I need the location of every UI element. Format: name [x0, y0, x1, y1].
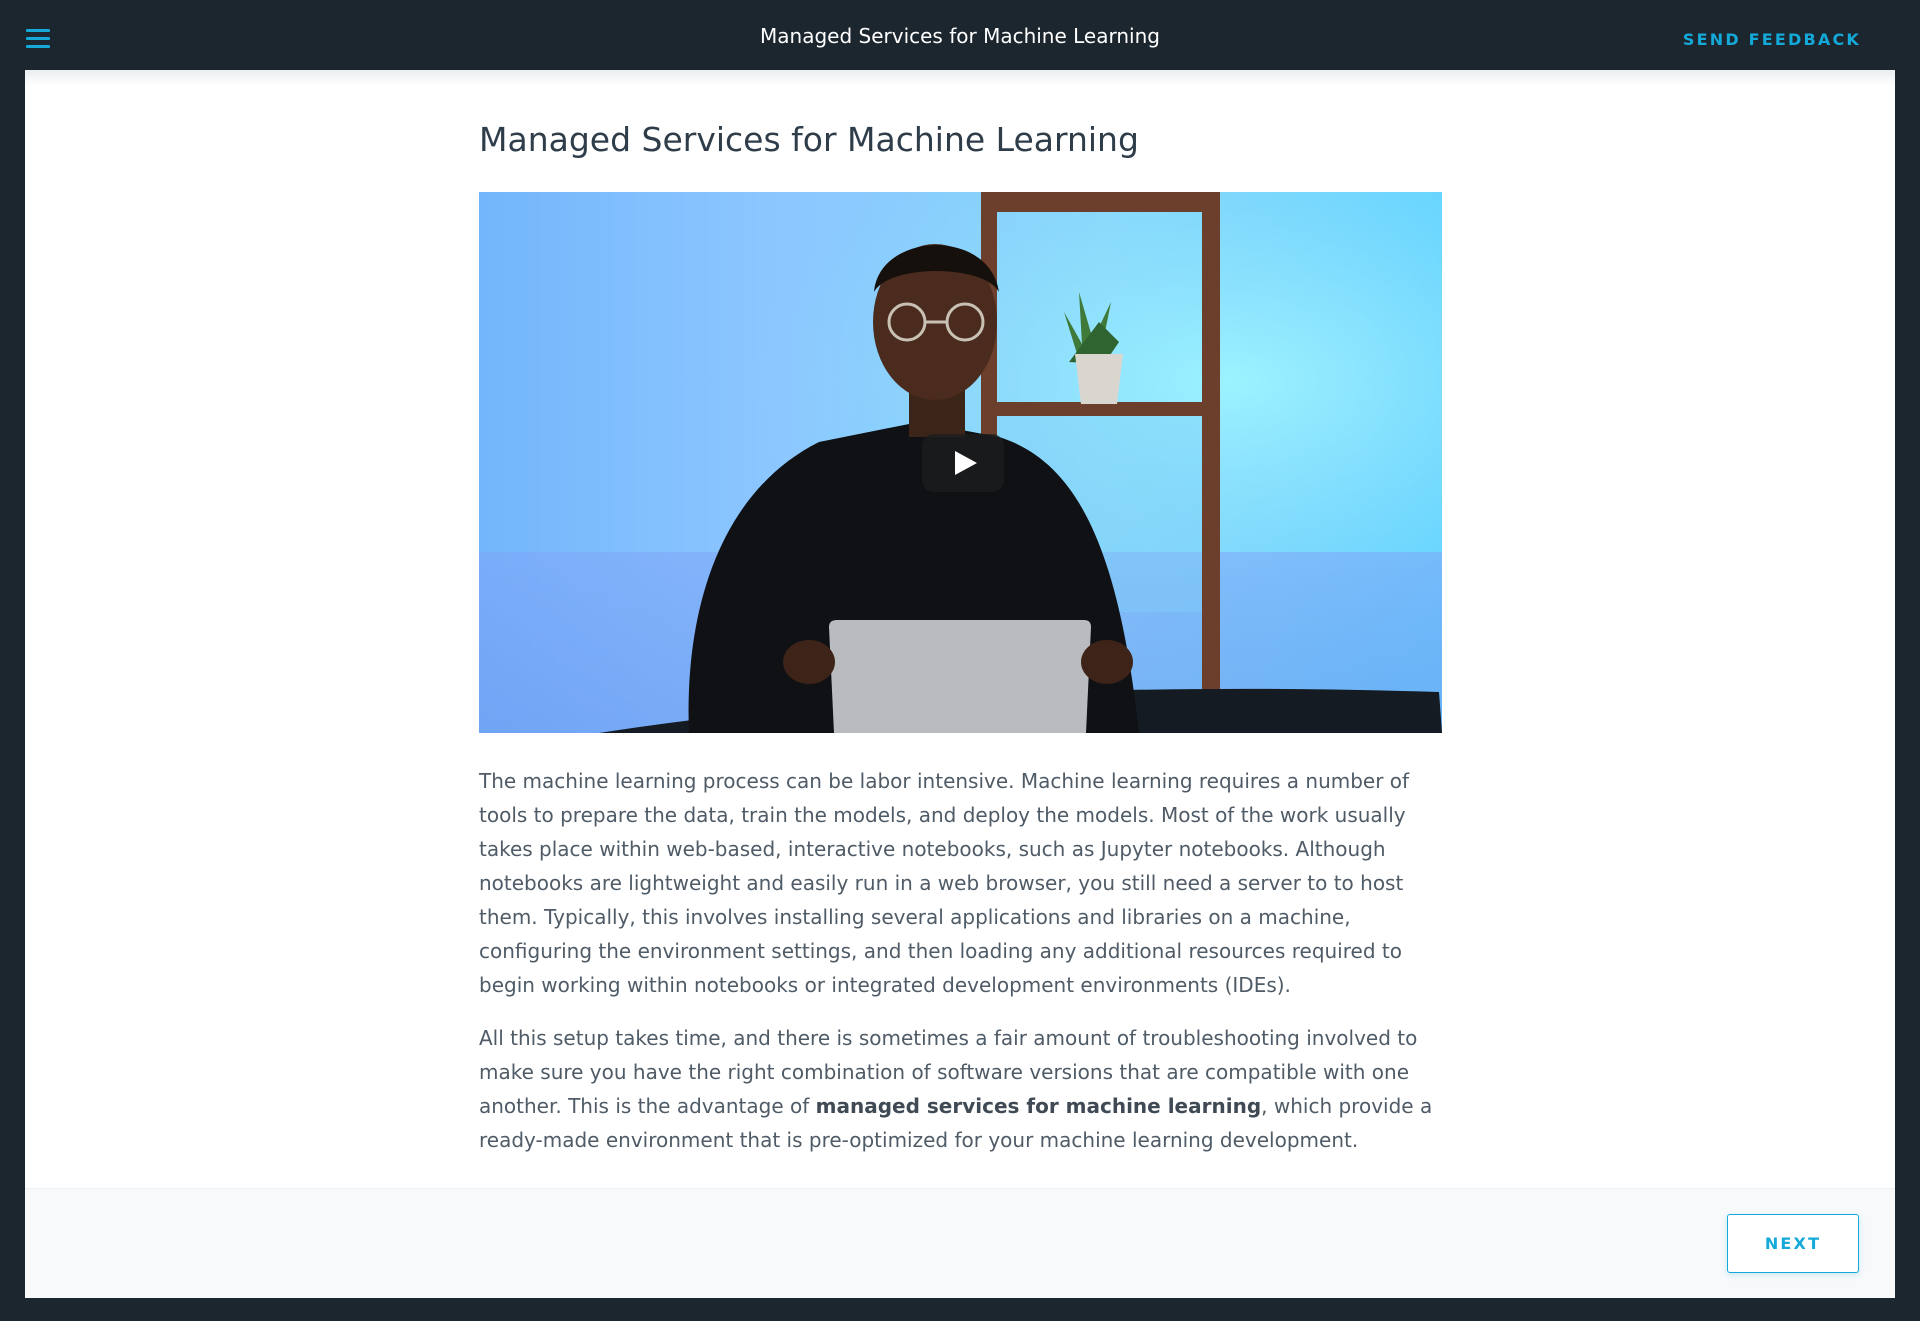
- lesson-title: Managed Services for Machine Learning: [760, 24, 1160, 48]
- next-button[interactable]: NEXT: [1727, 1214, 1859, 1273]
- content-sheet: Managed Services for Machine Learning Th…: [25, 70, 1895, 1298]
- footer-bar: NEXT: [25, 1188, 1895, 1298]
- top-bar: Managed Services for Machine Learning SE…: [0, 0, 1920, 70]
- send-feedback-link[interactable]: SEND FEEDBACK: [1683, 30, 1861, 49]
- page-title: Managed Services for Machine Learning: [479, 120, 1139, 159]
- paragraph-intro: The machine learning process can be labo…: [479, 769, 1410, 997]
- play-icon[interactable]: [922, 434, 1004, 492]
- video-player[interactable]: [479, 192, 1442, 733]
- top-shadow: [25, 70, 1895, 86]
- bold-term: managed services for machine learning: [815, 1094, 1262, 1118]
- paragraph-advantage: All this setup takes time, and there is …: [479, 1021, 1443, 1157]
